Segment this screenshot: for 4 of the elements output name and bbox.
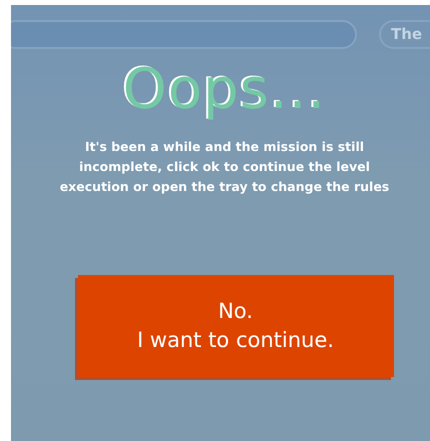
dialog-message: It's been a while and the mission is still incomplete, click ok to continue the level execution or open the tray to change the rules: [58, 138, 390, 196]
input-field[interactable]: [11, 20, 357, 49]
dialog-title: Oops...: [122, 56, 326, 124]
continue-button[interactable]: No. I want to continue.: [78, 275, 394, 377]
